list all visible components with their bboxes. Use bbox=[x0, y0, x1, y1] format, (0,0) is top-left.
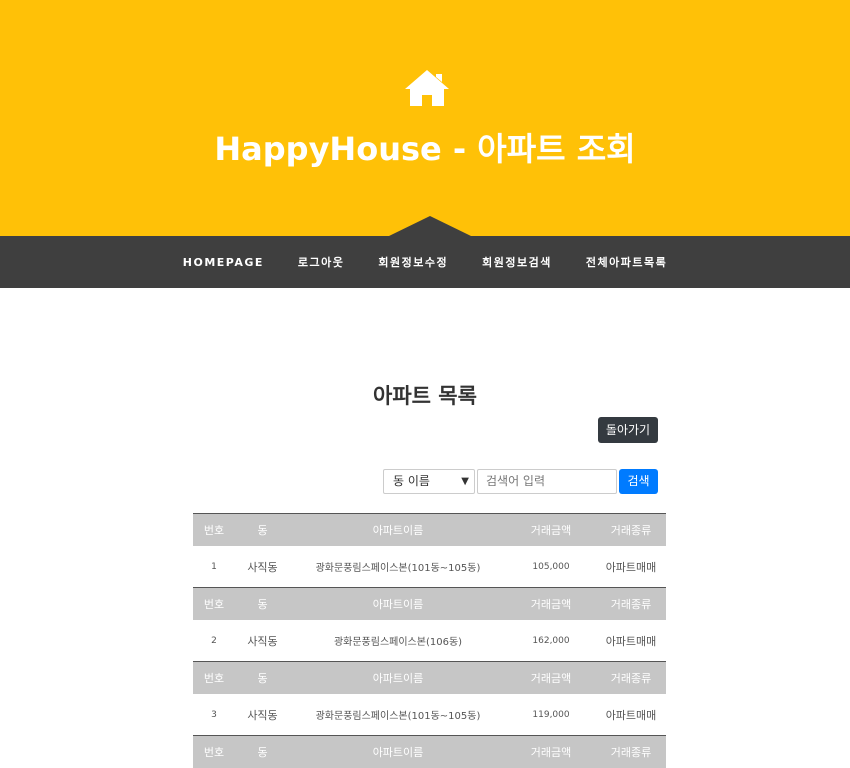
col-header-price: 거래금액 bbox=[530, 746, 572, 759]
col-header-price: 거래금액 bbox=[530, 524, 572, 537]
hero-header: HappyHouse - 아파트 조회 bbox=[0, 0, 850, 236]
cell-price: 105,000 bbox=[532, 561, 570, 572]
back-button[interactable]: 돌아가기 bbox=[598, 417, 658, 443]
search-type-value: 동 이름 bbox=[393, 474, 430, 488]
table-block: 번호 동 아파트이름 거래금액 거래종류 bbox=[193, 735, 666, 768]
col-header-dong: 동 bbox=[257, 746, 268, 759]
dropdown-arrow-icon: ▼ bbox=[461, 476, 469, 487]
col-header-name: 아파트이름 bbox=[372, 598, 424, 611]
nav-item-search-member[interactable]: 회원정보검색 bbox=[465, 254, 569, 270]
col-header-name: 아파트이름 bbox=[372, 524, 424, 537]
cell-type: 아파트매매 bbox=[605, 634, 657, 648]
col-header-type: 거래종류 bbox=[610, 524, 652, 537]
apartment-table: 번호 동 아파트이름 거래금액 거래종류 1 사직동 광화문풍림스페이스본(10… bbox=[193, 513, 666, 768]
col-header-no: 번호 bbox=[203, 598, 225, 611]
main-nav: HOMEPAGE 로그아웃 회원정보수정 회원정보검색 전체아파트목록 bbox=[0, 216, 850, 288]
nav-item-all-apartments[interactable]: 전체아파트목록 bbox=[569, 254, 684, 270]
section-title: 아파트 목록 bbox=[373, 384, 477, 408]
col-header-type: 거래종류 bbox=[610, 672, 652, 685]
col-header-price: 거래금액 bbox=[530, 598, 572, 611]
cell-price: 162,000 bbox=[532, 635, 570, 646]
col-header-name: 아파트이름 bbox=[372, 746, 424, 759]
table-row[interactable]: 3 사직동 광화문풍림스페이스본(101동~105동) 119,000 아파트매… bbox=[193, 694, 666, 735]
col-header-dong: 동 bbox=[257, 598, 268, 611]
cell-price: 119,000 bbox=[532, 709, 570, 720]
cell-type: 아파트매매 bbox=[605, 560, 657, 574]
cell-no: 1 bbox=[211, 561, 217, 572]
table-header: 번호 동 아파트이름 거래금액 거래종류 bbox=[193, 735, 666, 768]
page-title: HappyHouse - 아파트 조회 bbox=[214, 130, 636, 168]
table-block: 번호 동 아파트이름 거래금액 거래종류 1 사직동 광화문풍림스페이스본(10… bbox=[193, 513, 666, 587]
col-header-dong: 동 bbox=[257, 672, 268, 685]
col-header-price: 거래금액 bbox=[530, 672, 572, 685]
nav-item-edit-member[interactable]: 회원정보수정 bbox=[361, 254, 465, 270]
col-header-no: 번호 bbox=[203, 524, 225, 537]
table-header: 번호 동 아파트이름 거래금액 거래종류 bbox=[193, 661, 666, 694]
cell-dong: 사직동 bbox=[247, 708, 278, 722]
cell-dong: 사직동 bbox=[247, 560, 278, 574]
cell-type: 아파트매매 bbox=[605, 708, 657, 722]
col-header-no: 번호 bbox=[203, 672, 225, 685]
cell-name: 광화문풍림스페이스본(106동) bbox=[333, 637, 463, 648]
cell-no: 3 bbox=[211, 709, 217, 720]
col-header-type: 거래종류 bbox=[610, 746, 652, 759]
nav-item-homepage[interactable]: HOMEPAGE bbox=[166, 256, 281, 269]
search-input[interactable]: 검색어 입력 bbox=[477, 469, 617, 494]
table-header: 번호 동 아파트이름 거래금액 거래종류 bbox=[193, 587, 666, 620]
col-header-dong: 동 bbox=[257, 524, 268, 537]
search-bar: 동 이름 ▼ 검색어 입력 검색 bbox=[383, 469, 658, 494]
table-row[interactable]: 2 사직동 광화문풍림스페이스본(106동) 162,000 아파트매매 bbox=[193, 620, 666, 661]
table-block: 번호 동 아파트이름 거래금액 거래종류 2 사직동 광화문풍림스페이스본(10… bbox=[193, 587, 666, 661]
col-header-no: 번호 bbox=[203, 746, 225, 759]
nav-item-logout[interactable]: 로그아웃 bbox=[281, 254, 361, 270]
col-header-type: 거래종류 bbox=[610, 598, 652, 611]
search-type-select[interactable]: 동 이름 ▼ bbox=[383, 469, 475, 494]
cell-name: 광화문풍림스페이스본(101동~105동) bbox=[315, 711, 481, 722]
table-header: 번호 동 아파트이름 거래금액 거래종류 bbox=[193, 513, 666, 546]
table-block: 번호 동 아파트이름 거래금액 거래종류 3 사직동 광화문풍림스페이스본(10… bbox=[193, 661, 666, 735]
col-header-name: 아파트이름 bbox=[372, 672, 424, 685]
cell-dong: 사직동 bbox=[247, 634, 278, 648]
nav-notch bbox=[389, 216, 471, 236]
table-row[interactable]: 1 사직동 광화문풍림스페이스본(101동~105동) 105,000 아파트매… bbox=[193, 546, 666, 587]
home-icon bbox=[405, 70, 449, 106]
cell-name: 광화문풍림스페이스본(101동~105동) bbox=[315, 563, 481, 574]
search-button[interactable]: 검색 bbox=[619, 469, 658, 494]
cell-no: 2 bbox=[211, 635, 217, 646]
